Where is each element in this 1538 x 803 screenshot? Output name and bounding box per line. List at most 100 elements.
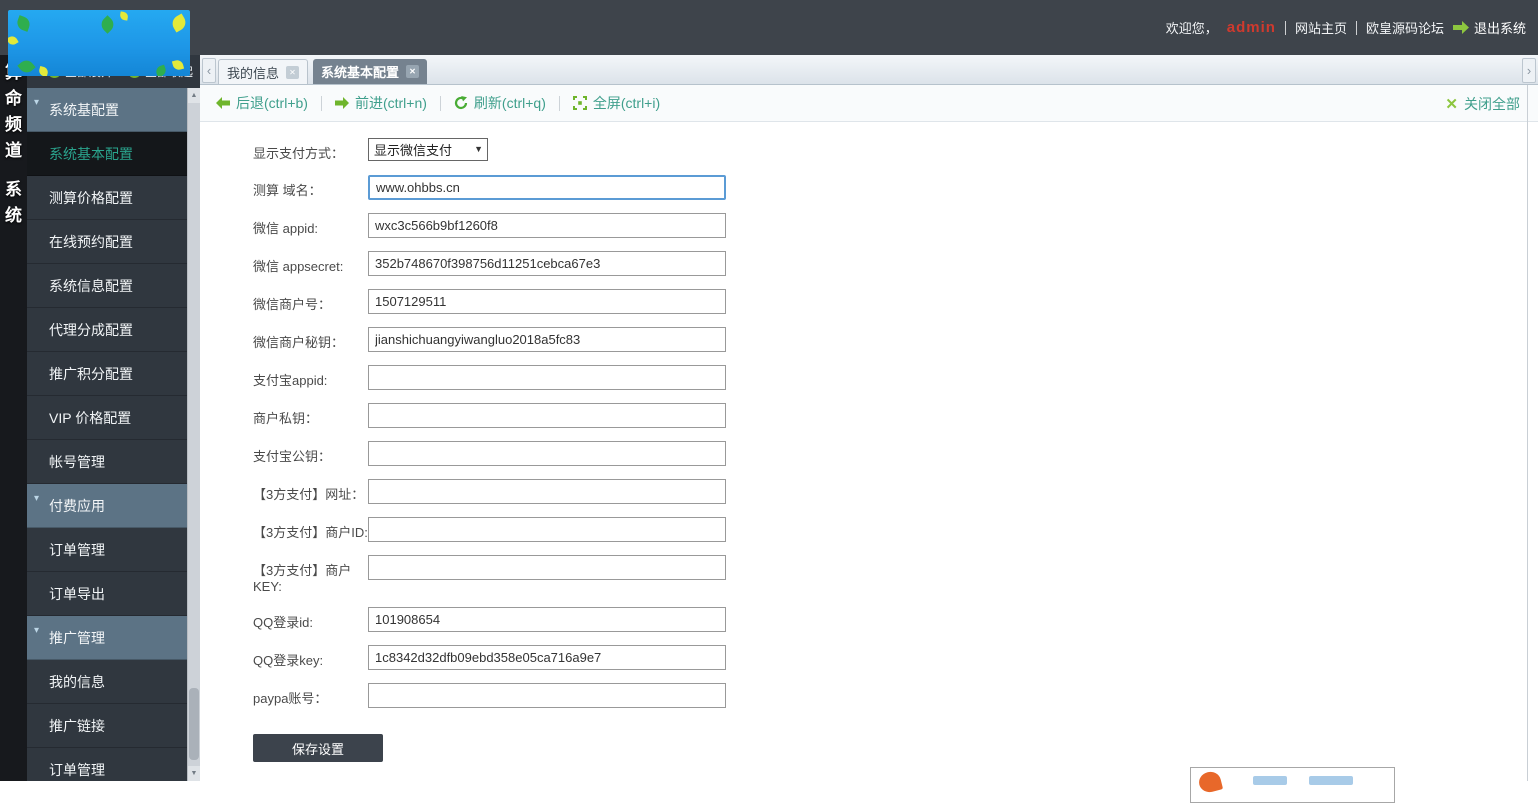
field-label: 商户私钥：	[253, 411, 319, 426]
sidebar-item-vip-price-config[interactable]: VIP 价格配置	[27, 396, 187, 440]
sidebar-item-price-config[interactable]: 测算价格配置	[27, 176, 187, 220]
qq-login-id-field[interactable]	[368, 607, 726, 632]
leaf-icon	[17, 57, 36, 76]
form-row-alipay-appid: 支付宝appid:	[253, 365, 1538, 390]
thirdpay-merchant-id-field[interactable]	[368, 517, 726, 542]
channel-name-2: 系统	[5, 180, 22, 225]
sidebar-item-my-info[interactable]: 我的信息	[27, 660, 187, 704]
site-home-link[interactable]: 网站主页	[1295, 18, 1347, 37]
field-label: paypa账号：	[253, 691, 328, 706]
tab-bar: ‹ 我的信息 ✕ 系统基本配置 ✕ ›	[200, 55, 1538, 85]
close-all-button[interactable]: ✕ 关闭全部	[1445, 85, 1520, 122]
form-row-wechat-merchant-id: 微信商户号：	[253, 289, 1538, 314]
form-row-wechat-appid: 微信 appid:	[253, 213, 1538, 238]
scrollbar-thumb[interactable]	[189, 688, 199, 760]
chevron-down-icon: ▾	[34, 97, 40, 108]
username: admin	[1226, 19, 1276, 36]
field-label: 【3方支付】商户ID:	[253, 525, 368, 540]
tab-scroll-right-icon[interactable]: ›	[1522, 58, 1536, 83]
wechat-merchant-id-field[interactable]	[368, 289, 726, 314]
leaf-icon	[154, 64, 168, 76]
sidebar-item-booking-config[interactable]: 在线预约配置	[27, 220, 187, 264]
field-label: 支付宝公钥：	[253, 449, 332, 464]
sidebar-item-order-management[interactable]: 订单管理	[27, 528, 187, 572]
form-row-wechat-appsecret: 微信 appsecret:	[253, 251, 1538, 276]
alipay-public-key-field[interactable]	[368, 441, 726, 466]
merchant-private-key-field[interactable]	[368, 403, 726, 428]
sidebar-item-promo-links[interactable]: 推广链接	[27, 704, 187, 748]
divider	[1355, 20, 1357, 35]
wechat-appsecret-field[interactable]	[368, 251, 726, 276]
divider	[439, 95, 441, 111]
field-label: 微信商户秘钥：	[253, 335, 345, 350]
sidebar-item-system-info-config[interactable]: 系统信息配置	[27, 264, 187, 308]
paypal-account-field[interactable]	[368, 683, 726, 708]
sidebar-menu: ▾ 系统基配置 系统基本配置 测算价格配置 在线预约配置 系统信息配置 代理分成…	[27, 88, 187, 781]
close-icon: ✕	[1445, 95, 1458, 113]
leaf-icon	[171, 58, 185, 72]
sidebar-scrollbar[interactable]: ▲ ▼	[187, 88, 200, 781]
chevron-down-icon: ▼	[474, 144, 483, 154]
leaf-icon	[8, 34, 19, 47]
sidebar-item-promo-points-config[interactable]: 推广积分配置	[27, 352, 187, 396]
refresh-icon	[454, 96, 468, 110]
field-label: 支付宝appid:	[253, 373, 328, 388]
wechat-appid-field[interactable]	[368, 213, 726, 238]
topbar-user-area: 欢迎您， admin 网站主页 欧皇源码论坛 退出系统	[1166, 0, 1526, 55]
sidebar-item-agent-share-config[interactable]: 代理分成配置	[27, 308, 187, 352]
forum-link[interactable]: 欧皇源码论坛	[1366, 18, 1444, 37]
thirdpay-merchant-key-field[interactable]	[368, 555, 726, 580]
field-label: 微信 appid:	[253, 221, 319, 236]
tab-system-basic-config[interactable]: 系统基本配置 ✕	[313, 59, 428, 84]
tab-my-info[interactable]: 我的信息 ✕	[218, 59, 309, 84]
divider	[320, 95, 322, 111]
form-row-3rdpay-merchant-key: 【3方支付】商户KEY:	[253, 555, 1538, 594]
form-row-payment-method: 显示支付方式： 显示微信支付 ▼	[253, 138, 1538, 162]
fullscreen-button[interactable]: 全屏(ctrl+i)	[572, 93, 660, 113]
payment-method-select[interactable]: 显示微信支付 ▼	[368, 138, 488, 161]
sidebar-group-system-config[interactable]: ▾ 系统基配置	[27, 88, 187, 132]
tabs: 我的信息 ✕ 系统基本配置 ✕	[218, 59, 428, 84]
tab-scroll-left-icon[interactable]: ‹	[202, 58, 216, 83]
thirdpay-url-field[interactable]	[368, 479, 726, 504]
sidebar-group-paid-apps[interactable]: ▾ 付费应用	[27, 484, 187, 528]
domain-field[interactable]	[368, 175, 726, 200]
leaf-icon	[169, 13, 189, 33]
form-row-qq-login-id: QQ登录id:	[253, 607, 1538, 632]
form-row-3rdpay-merchant-id: 【3方支付】商户ID:	[253, 517, 1538, 542]
welcome-text: 欢迎您，	[1165, 21, 1218, 36]
close-icon[interactable]: ✕	[286, 65, 300, 79]
form-row-domain: 测算 域名：	[253, 175, 1538, 200]
sidebar-group-promo-management[interactable]: ▾ 推广管理	[27, 616, 187, 660]
channel-strip: 算命频道 系统	[0, 55, 27, 781]
form-row-qq-login-key: QQ登录key:	[253, 645, 1538, 670]
form-row-3rdpay-url: 【3方支付】网址：	[253, 479, 1538, 504]
back-button[interactable]: 后退(ctrl+b)	[216, 93, 308, 113]
field-label: QQ登录key:	[253, 653, 324, 668]
field-label: 显示支付方式：	[253, 146, 345, 161]
leaf-icon	[98, 15, 117, 34]
field-label: 测算 域名：	[253, 183, 322, 198]
content-right-border	[1527, 85, 1528, 781]
refresh-button[interactable]: 刷新(ctrl+q)	[454, 93, 546, 113]
logout-button[interactable]: 退出系统	[1452, 18, 1526, 37]
scroll-up-icon[interactable]: ▲	[188, 88, 200, 103]
sidebar-item-order-export[interactable]: 订单导出	[27, 572, 187, 616]
save-settings-button[interactable]: 保存设置	[253, 734, 383, 762]
close-icon[interactable]: ✕	[406, 65, 420, 78]
sidebar-item-account-management[interactable]: 帐号管理	[27, 440, 187, 484]
sidebar-item-order-management-2[interactable]: 订单管理	[27, 748, 187, 781]
sidebar: + 全部展开 − 全部收起 ▾ 系统基配置 系统基本配置 测算价格配置 在线预约…	[27, 55, 200, 781]
alipay-appid-field[interactable]	[368, 365, 726, 390]
forward-button[interactable]: 前进(ctrl+n)	[334, 93, 427, 113]
wechat-merchant-key-field[interactable]	[368, 327, 726, 352]
forward-arrow-icon	[334, 97, 349, 109]
leaf-icon	[15, 15, 32, 32]
nav-toolbar: 后退(ctrl+b) 前进(ctrl+n) 刷新(ctrl+q) 全屏(ctrl…	[200, 85, 1538, 122]
qq-login-key-field[interactable]	[368, 645, 726, 670]
sidebar-item-system-basic-config[interactable]: 系统基本配置	[27, 132, 187, 176]
scroll-down-icon[interactable]: ▼	[188, 766, 200, 781]
partner-logo-mark	[1196, 769, 1224, 795]
field-label: 微信 appsecret:	[253, 259, 344, 274]
field-label: 【3方支付】网址：	[253, 487, 365, 502]
